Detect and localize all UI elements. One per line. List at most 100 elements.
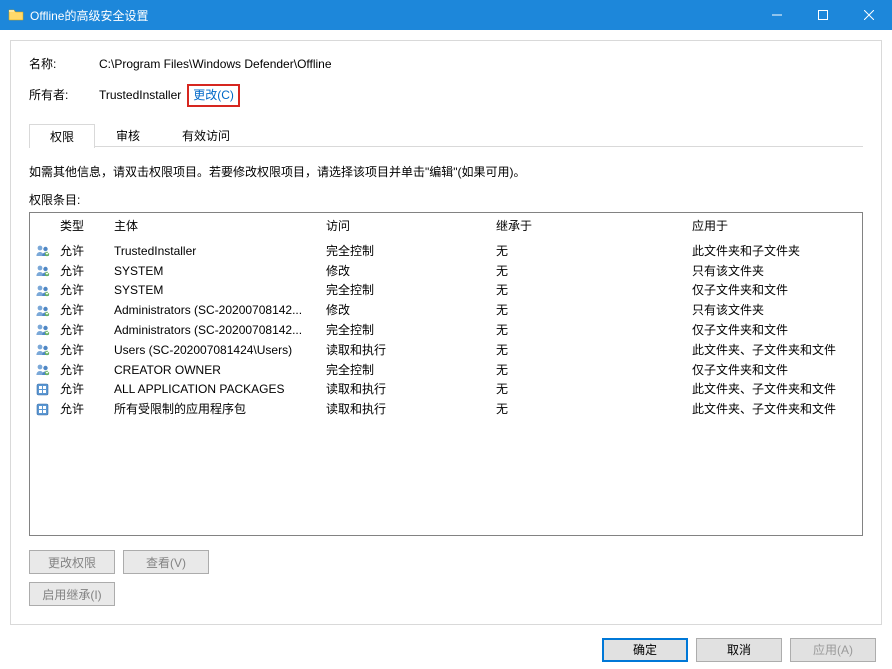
ok-button-label: 确定 [633,641,657,658]
acl-cell-applies: 此文件夹和子文件夹 [692,243,862,260]
acl-cell-type: 允许 [56,401,114,418]
change-permissions-button[interactable]: 更改权限 [29,550,115,574]
acl-cell-inherit: 无 [496,342,692,359]
view-button[interactable]: 查看(V) [123,550,209,574]
titlebar: Offline的高级安全设置 [0,0,892,30]
acl-row[interactable]: 允许Administrators (SC-20200708142...完全控制无… [30,321,862,341]
users-icon [30,342,56,358]
acl-cell-applies: 只有该文件夹 [692,302,862,319]
change-owner-link[interactable]: 更改(C) [187,84,240,107]
acl-cell-access: 完全控制 [326,362,496,379]
name-value: C:\Program Files\Windows Defender\Offlin… [99,55,332,74]
package-icon [30,382,56,398]
apply-button[interactable]: 应用(A) [790,638,876,662]
acl-row[interactable]: 允许CREATOR OWNER完全控制无仅子文件夹和文件 [30,360,862,380]
col-inherit-header[interactable]: 继承于 [496,217,692,234]
acl-cell-principal: SYSTEM [114,263,326,280]
enable-inheritance-label: 启用继承(I) [42,586,101,603]
acl-cell-access: 修改 [326,263,496,280]
ok-button[interactable]: 确定 [602,638,688,662]
acl-cell-access: 完全控制 [326,282,496,299]
acl-row[interactable]: 允许所有受限制的应用程序包读取和执行无此文件夹、子文件夹和文件 [30,400,862,420]
name-label: 名称: [29,55,99,74]
acl-cell-applies: 此文件夹、子文件夹和文件 [692,342,862,359]
acl-cell-applies: 此文件夹、子文件夹和文件 [692,401,862,418]
acl-cell-inherit: 无 [496,322,692,339]
tab-effective-label: 有效访问 [182,127,230,144]
users-icon [30,243,56,259]
enable-inheritance-button[interactable]: 启用继承(I) [29,582,115,606]
panel-button-row-2: 启用继承(I) [29,582,863,606]
change-permissions-label: 更改权限 [48,554,96,571]
owner-row: 所有者: TrustedInstaller 更改(C) [29,84,863,107]
acl-cell-inherit: 无 [496,362,692,379]
acl-cell-type: 允许 [56,381,114,398]
acl-cell-applies: 此文件夹、子文件夹和文件 [692,381,862,398]
main-panel: 名称: C:\Program Files\Windows Defender\Of… [10,40,882,625]
acl-section-label: 权限条目: [29,191,863,208]
tab-auditing[interactable]: 审核 [95,123,161,147]
window-controls [754,0,892,30]
tab-permissions[interactable]: 权限 [29,124,95,148]
dialog-button-bar: 确定 取消 应用(A) [0,629,892,669]
view-button-label: 查看(V) [146,554,186,571]
folder-icon [8,7,24,23]
acl-cell-inherit: 无 [496,401,692,418]
acl-row[interactable]: 允许SYSTEM完全控制无仅子文件夹和文件 [30,281,862,301]
acl-cell-applies: 仅子文件夹和文件 [692,282,862,299]
acl-list: 类型 主体 访问 继承于 应用于 允许TrustedInstaller完全控制无… [29,212,863,536]
cancel-button[interactable]: 取消 [696,638,782,662]
minimize-button[interactable] [754,0,800,30]
acl-cell-inherit: 无 [496,381,692,398]
acl-cell-applies: 仅子文件夹和文件 [692,362,862,379]
acl-cell-principal: Users (SC-202007081424\Users) [114,342,326,359]
acl-cell-type: 允许 [56,282,114,299]
owner-label: 所有者: [29,86,99,105]
owner-value: TrustedInstaller [99,86,181,105]
acl-row[interactable]: 允许TrustedInstaller完全控制无此文件夹和子文件夹 [30,241,862,261]
acl-row[interactable]: 允许Administrators (SC-20200708142...修改无只有… [30,301,862,321]
acl-cell-type: 允许 [56,342,114,359]
window-title: Offline的高级安全设置 [30,7,754,24]
acl-row[interactable]: 允许ALL APPLICATION PACKAGES读取和执行无此文件夹、子文件… [30,380,862,400]
content-area: 名称: C:\Program Files\Windows Defender\Of… [0,30,892,629]
acl-body: 允许TrustedInstaller完全控制无此文件夹和子文件夹允许SYSTEM… [30,241,862,419]
close-button[interactable] [846,0,892,30]
acl-row[interactable]: 允许Users (SC-202007081424\Users)读取和执行无此文件… [30,340,862,360]
acl-cell-type: 允许 [56,362,114,379]
tab-effective[interactable]: 有效访问 [161,123,251,147]
acl-cell-principal: CREATOR OWNER [114,362,326,379]
acl-cell-access: 读取和执行 [326,401,496,418]
acl-cell-access: 修改 [326,302,496,319]
acl-cell-principal: ALL APPLICATION PACKAGES [114,381,326,398]
acl-cell-type: 允许 [56,263,114,280]
panel-button-row-1: 更改权限 查看(V) [29,550,863,574]
acl-cell-access: 完全控制 [326,243,496,260]
users-icon [30,322,56,338]
hint-text: 如需其他信息，请双击权限项目。若要修改权限项目，请选择该项目并单击"编辑"(如果… [29,163,863,181]
col-access-header[interactable]: 访问 [326,217,496,234]
acl-cell-inherit: 无 [496,243,692,260]
acl-cell-applies: 仅子文件夹和文件 [692,322,862,339]
acl-cell-principal: TrustedInstaller [114,243,326,260]
maximize-button[interactable] [800,0,846,30]
acl-row[interactable]: 允许SYSTEM修改无只有该文件夹 [30,261,862,281]
tab-strip: 权限 审核 有效访问 [29,123,863,147]
acl-cell-principal: Administrators (SC-20200708142... [114,322,326,339]
package-icon [30,402,56,418]
acl-header: 类型 主体 访问 继承于 应用于 [30,213,862,241]
acl-cell-type: 允许 [56,243,114,260]
col-applies-header[interactable]: 应用于 [692,217,862,234]
col-principal-header[interactable]: 主体 [114,217,326,234]
users-icon [30,362,56,378]
col-type-header[interactable]: 类型 [56,217,114,234]
acl-cell-inherit: 无 [496,282,692,299]
acl-cell-access: 完全控制 [326,322,496,339]
acl-cell-principal: 所有受限制的应用程序包 [114,401,326,418]
acl-cell-inherit: 无 [496,263,692,280]
acl-cell-principal: Administrators (SC-20200708142... [114,302,326,319]
acl-cell-principal: SYSTEM [114,282,326,299]
users-icon [30,263,56,279]
users-icon [30,303,56,319]
apply-button-label: 应用(A) [813,641,853,658]
